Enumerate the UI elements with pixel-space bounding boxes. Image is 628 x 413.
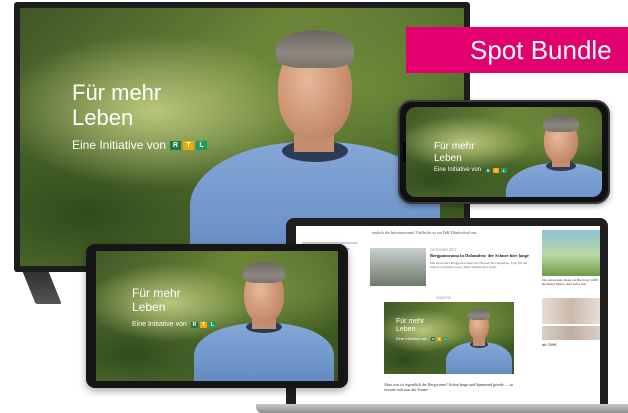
sidebar-image[interactable] (542, 230, 600, 276)
phone-rtl-logo-l: L (501, 167, 508, 173)
rtl-logo-r: R (170, 140, 182, 150)
sidebar-product-image[interactable] (542, 298, 600, 324)
article-kicker: OUTDOOR ZEIT (430, 248, 457, 252)
laptop-rtl-logo-l: L (443, 336, 448, 341)
laptop-headline-line-1: Für mehr (396, 318, 425, 325)
rtl-logo-l: L (196, 140, 208, 150)
laptop-rtl-logo-r: R (431, 336, 436, 341)
tablet-headline-line-2: Leben (132, 299, 166, 314)
tablet-rtl-logo-t: T (199, 321, 207, 328)
phone-headline: Für mehr Leben (434, 141, 475, 164)
tablet-device: Für mehr Leben Eine Initiative von R T L (86, 244, 348, 388)
rtl-logo-t: T (183, 140, 195, 150)
laptop-base (256, 404, 628, 413)
phone-headline-line-2: Leben (434, 152, 462, 164)
laptop-rtl-logo: R T L (431, 336, 448, 341)
phone-device: Für mehr Leben Eine Initiative von R T L (398, 100, 610, 204)
headline-line-1: Für mehr (72, 80, 162, 105)
phone-subline: Eine Initiative von R T L (434, 167, 508, 173)
phone-rtl-logo: R T L (485, 167, 508, 173)
presenter-photo-laptop (446, 306, 512, 374)
laptop-headline: Für mehr Leben (396, 318, 424, 334)
sidebar-product-image-2[interactable] (542, 326, 600, 340)
teaser-text-top[interactable]: einfach die Informationen! Vielleicht so… (372, 230, 532, 235)
video-ad-player[interactable]: Für mehr Leben Eine Initiative von R T L (384, 302, 514, 374)
banner-label: Spot Bundle (470, 34, 612, 65)
sidebar-caption[interactable]: Die entspannte Reise an Bord das Schiff … (542, 278, 600, 287)
headline-line-2: Leben (72, 105, 134, 131)
phone-rtl-logo-r: R (485, 167, 492, 173)
subline-text: Eine Initiative von (72, 138, 167, 152)
phone-subline-text: Eine Initiative von (434, 167, 482, 173)
phone-headline-line-1: Für mehr (434, 141, 475, 152)
sidebar-price: ab 299€ (542, 342, 557, 347)
phone-screen: Für mehr Leben Eine Initiative von R T L (406, 107, 602, 197)
rtl-logo: R T L (170, 140, 208, 150)
laptop-subline-text: Eine Initiative von (396, 336, 428, 341)
tablet-screen: Für mehr Leben Eine Initiative von R T L (96, 251, 338, 381)
article-thumbnail[interactable] (370, 248, 426, 286)
tablet-subline: Eine Initiative von R T L (132, 321, 216, 328)
presenter-photo-phone (506, 111, 602, 197)
ad-label: ANZEIGE (436, 296, 452, 300)
campaign-subline: Eine Initiative von R T L (72, 138, 208, 152)
tablet-subline-text: Eine Initiative von (132, 321, 187, 328)
spot-bundle-banner: Spot Bundle (406, 27, 628, 73)
campaign-headline: Für mehr Leben (72, 80, 161, 131)
tablet-rtl-logo-l: L (208, 321, 216, 328)
laptop-subline: Eine Initiative von R T L (396, 336, 448, 341)
tablet-rtl-logo: R T L (190, 321, 216, 328)
tablet-rtl-logo-r: R (190, 321, 198, 328)
phone-rtl-logo-t: T (493, 167, 500, 173)
article-title[interactable]: Bergpanorama in Dolomiten: der Schnee hi… (430, 253, 530, 259)
article-body: Die besonders Bergpanoramen im schönen H… (430, 261, 528, 270)
laptop-rtl-logo-t: T (437, 336, 442, 341)
laptop-headline-line-2: Leben (396, 326, 416, 334)
article-bottom-text[interactable]: Aber was ist eigentlich der Bergwinter? … (384, 382, 524, 392)
presenter-photo-tablet (194, 257, 334, 381)
tablet-headline: Für mehr Leben (132, 286, 181, 315)
tablet-headline-line-1: Für mehr (132, 286, 181, 300)
